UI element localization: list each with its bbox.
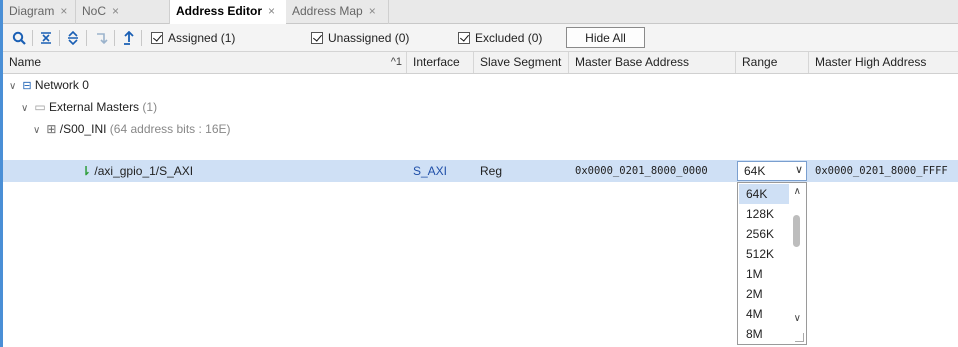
checkbox-icon [151,32,163,44]
checkbox-icon [458,32,470,44]
chevron-down-icon[interactable]: ∨ [21,98,31,120]
s00-ini-label: /S00_INI [59,122,107,136]
scroll-down-icon[interactable]: ∨ [794,313,801,324]
resize-grip-icon[interactable] [795,333,804,342]
column-header-master-base-address[interactable]: Master Base Address [569,52,736,73]
external-masters-count: (1) [142,100,158,114]
column-header-slave-segment[interactable]: Slave Segment [474,52,569,73]
excluded-checkbox[interactable]: Excluded (0) [458,30,542,46]
chevron-down-icon[interactable]: ∨ [33,120,43,142]
range-option[interactable]: 64K [739,184,789,204]
gpio-slave-segment: Reg [480,164,503,178]
column-header-master-high-address[interactable]: Master High Address [809,52,958,73]
gpio-name: /axi_gpio_1/S_AXI [94,164,194,178]
s00-ini-info: (64 address bits : 16E) [109,122,231,136]
table-header: Name ^1 Interface Slave Segment Master B… [3,52,958,74]
tab-bar: Diagram × NoC × Address Editor × Address Ma… [3,0,958,25]
close-icon[interactable]: × [60,4,67,18]
assigned-checkbox[interactable]: Assigned (1) [151,30,235,46]
tab-address-map[interactable]: Address Map × [286,0,389,24]
auto-assign-icon[interactable] [118,28,138,48]
tab-label: Diagram [9,4,55,18]
folder-icon: ▭ [34,100,46,114]
range-select[interactable]: 64K ∨ [737,161,807,181]
tab-label: Address Editor [176,4,263,18]
checkbox-label: Excluded (0) [475,31,543,45]
slave-interface-icon: ⇂ [81,164,92,178]
search-icon[interactable] [9,28,29,48]
tab-label: Address Map [292,4,363,18]
table-row-axi-gpio[interactable]: ⇂ /axi_gpio_1/S_AXI S_AXI Reg 0x0000_020… [3,160,958,182]
checkbox-label: Unassigned (0) [328,31,410,45]
tab-diagram[interactable]: Diagram × [3,0,76,24]
unassigned-checkbox[interactable]: Unassigned (0) [311,30,409,46]
gpio-master-high-address: 0x0000_0201_8000_FFFF [815,165,948,177]
gpio-interface: S_AXI [413,164,448,178]
range-option[interactable]: 8M [739,324,789,344]
checkbox-label: Assigned (1) [168,31,236,45]
tab-noc[interactable]: NoC × [76,0,170,24]
close-icon[interactable]: × [369,4,376,18]
unassign-icon[interactable] [91,28,111,48]
address-editor-window: Diagram × NoC × Address Editor × Address Ma… [0,0,958,347]
close-icon[interactable]: × [268,4,275,18]
checkbox-icon [311,32,323,44]
range-dropdown-list[interactable]: 64K 128K 256K 512K 1M 2M 4M 8M ∧ ∨ [737,182,807,345]
gpio-master-base-address[interactable]: 0x0000_0201_8000_0000 [569,160,735,182]
scroll-up-icon[interactable]: ∧ [794,186,801,197]
sort-indicator: ^1 [390,56,402,68]
tab-label: NoC [82,4,107,18]
hide-all-button[interactable]: Hide All [566,27,645,48]
range-option[interactable]: 4M [739,304,789,324]
column-header-range[interactable]: Range [736,52,809,73]
column-label: Name [9,55,42,69]
tree-row-external-masters[interactable]: ∨ ▭ External Masters (1) [3,96,958,118]
range-option[interactable]: 128K [739,204,789,224]
chevron-down-icon[interactable]: ∨ [795,163,803,176]
range-option[interactable]: 2M [739,284,789,304]
tree-row-network[interactable]: ∨ ⊟ Network 0 [3,74,958,96]
expand-all-icon[interactable] [63,28,83,48]
toolbar: Assigned (1) Unassigned (0) Excluded (0)… [3,24,958,52]
bus-interface-icon: ⊞ [46,122,57,136]
collapse-all-icon[interactable] [36,28,56,48]
scrollbar-thumb[interactable] [793,215,800,247]
tab-address-editor[interactable]: Address Editor × [170,0,286,25]
range-option[interactable]: 1M [739,264,789,284]
range-option[interactable]: 256K [739,224,789,244]
range-option[interactable]: 512K [739,244,789,264]
external-masters-label: External Masters [49,100,140,114]
chevron-down-icon[interactable]: ∨ [9,76,19,98]
network-label: Network 0 [34,78,89,92]
column-header-name[interactable]: Name ^1 [3,52,407,73]
range-value: 64K [744,164,766,178]
close-icon[interactable]: × [112,4,119,18]
column-header-interface[interactable]: Interface [407,52,474,73]
network-icon: ⊟ [22,80,32,92]
tree-row-s00-ini[interactable]: ∨ ⊞ /S00_INI (64 address bits : 16E) [3,118,958,140]
